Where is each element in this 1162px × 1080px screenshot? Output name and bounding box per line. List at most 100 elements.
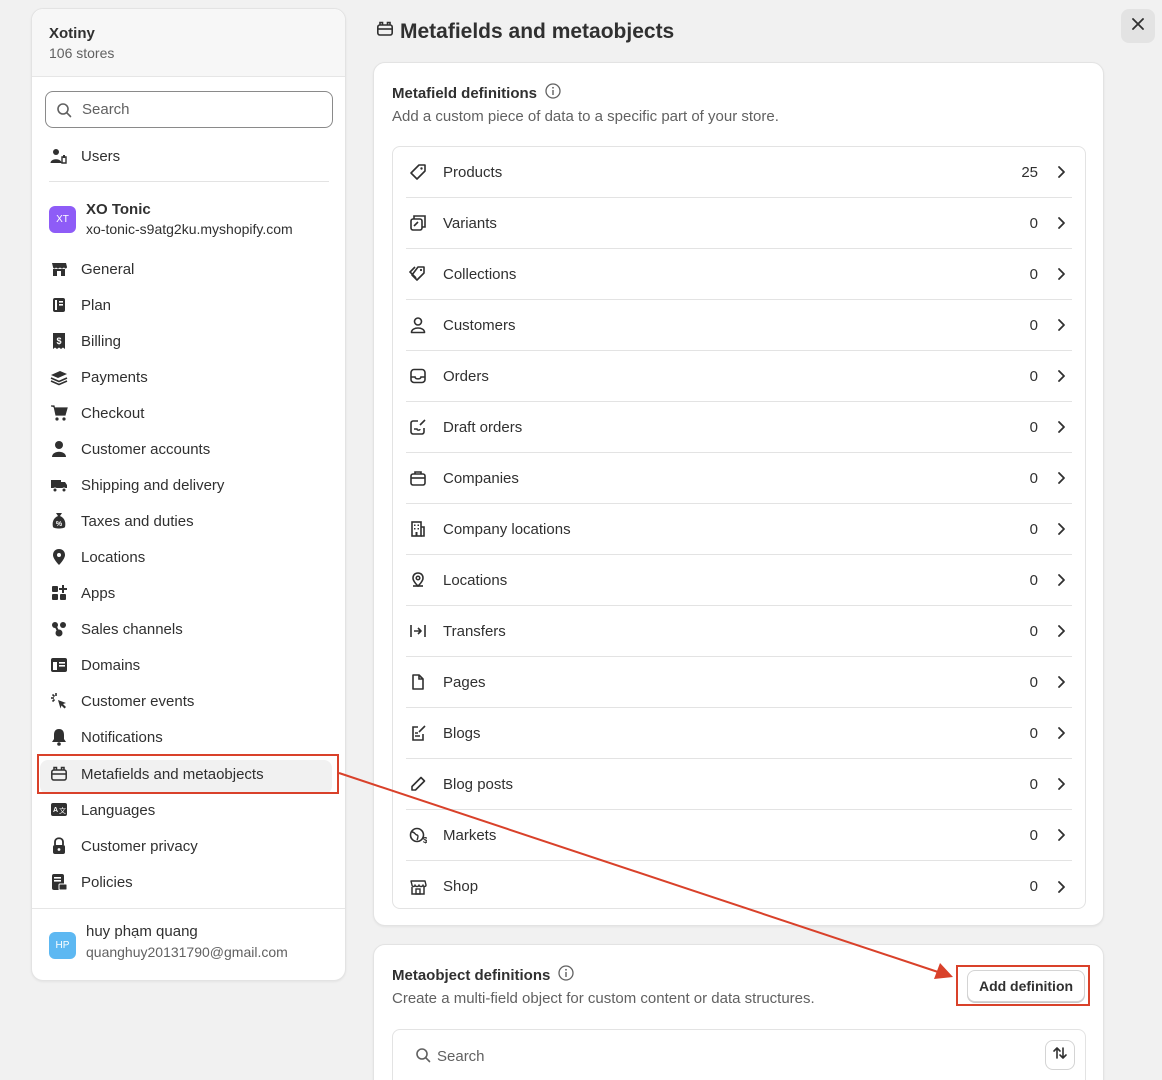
sidebar-item-plan[interactable]: Plan [49,292,111,318]
sidebar-item-label: Customer events [81,692,195,710]
list-item-blog-posts[interactable]: Blog posts 0 [406,759,1072,810]
list-item-blogs[interactable]: Blogs 0 [406,708,1072,759]
list-item-label: Blogs [443,724,481,742]
cart-icon [49,403,69,423]
chevron-right-icon [1052,267,1070,281]
list-item-count: 0 [1029,367,1038,385]
blog-icon [408,723,428,743]
page-title: Metafields and metaobjects [376,20,674,44]
list-item-label: Orders [443,367,489,385]
close-button[interactable] [1121,9,1155,43]
user-account[interactable]: HP huy phạm quang quanghuy20131790@gmail… [49,923,288,960]
person-icon [408,315,428,335]
list-item-count: 0 [1029,622,1038,640]
truck-icon [49,475,69,495]
variants-icon [408,213,428,233]
store-icon [49,259,69,279]
list-item-label: Pages [443,673,486,691]
sidebar-item-customer-privacy[interactable]: Customer privacy [49,833,198,859]
metaobject-search-input[interactable]: Search [405,1040,1025,1072]
policies-icon [49,872,69,892]
list-item-variants[interactable]: Variants 0 [406,198,1072,249]
sort-button[interactable] [1045,1040,1075,1070]
sidebar-item-customer-accounts[interactable]: Customer accounts [49,436,210,462]
list-item-label: Blog posts [443,775,514,793]
sidebar-item-sales-channels[interactable]: Sales channels [49,616,183,642]
channels-icon [49,619,69,639]
card-heading-text: Metaobject definitions [392,966,551,984]
store-switcher[interactable]: XT XO Tonic xo-tonic-s9atg2ku.myshopify.… [49,201,293,237]
list-item-markets[interactable]: $ Markets 0 [406,810,1072,861]
sidebar-item-label: Languages [81,801,156,819]
info-icon[interactable] [545,83,561,103]
sidebar-item-checkout[interactable]: Checkout [49,400,144,426]
list-item-company-locations[interactable]: Company locations 0 [406,504,1072,555]
building-icon [408,519,428,539]
store-avatar: XT [49,206,76,233]
sidebar-item-billing[interactable]: $ Billing [49,328,121,354]
list-item-locations[interactable]: Locations 0 [406,555,1072,606]
sidebar-item-languages[interactable]: A文 Languages [49,797,155,823]
list-item-shop[interactable]: Shop 0 [406,861,1072,912]
list-item-orders[interactable]: Orders 0 [406,351,1072,402]
list-item-draft-orders[interactable]: Draft orders 0 [406,402,1072,453]
lock-icon [49,836,69,856]
sidebar-item-notifications[interactable]: Notifications [49,724,163,750]
tax-icon: % [49,511,69,531]
chevron-right-icon [1052,369,1070,383]
chevron-right-icon [1052,624,1070,638]
chevron-right-icon [1052,573,1070,587]
info-icon[interactable] [558,965,574,985]
sidebar-divider [49,181,329,182]
chevron-right-icon [1052,777,1070,791]
page-title-text: Metafields and metaobjects [400,20,675,43]
sidebar-item-label: Notifications [81,728,163,746]
list-item-count: 0 [1029,418,1038,436]
metafields-icon [376,20,394,44]
pencil-icon [408,774,428,794]
plan-icon [49,295,69,315]
sidebar-item-general[interactable]: General [49,256,134,282]
list-item-customers[interactable]: Customers 0 [406,300,1072,351]
close-icon [1131,17,1145,36]
sidebar-item-label: Plan [81,296,112,314]
list-item-label: Variants [443,214,497,232]
sidebar-item-apps[interactable]: Apps [49,580,115,606]
list-item-pages[interactable]: Pages 0 [406,657,1072,708]
organization-header[interactable]: Xotiny 106 stores [32,9,345,77]
sidebar-item-label: Customer accounts [81,440,211,458]
svg-text:文: 文 [59,806,66,815]
sidebar-item-users[interactable]: Users [49,143,120,169]
list-item-count: 0 [1029,520,1038,538]
languages-icon: A文 [49,800,69,820]
list-item-label: Draft orders [443,418,523,436]
transfer-icon [408,621,428,641]
list-item-label: Transfers [443,622,506,640]
list-item-products[interactable]: Products 25 [406,147,1072,198]
sidebar-item-label: Customer privacy [81,837,198,855]
metaobject-search-bar: Search [392,1029,1086,1080]
list-item-count: 0 [1029,316,1038,334]
sidebar-item-domains[interactable]: Domains [49,652,140,678]
search-icon [415,1047,431,1067]
briefcase-icon [408,468,428,488]
apps-icon [49,583,69,603]
highlight-box-metafields [37,754,339,794]
shop-icon [408,877,428,897]
list-item-collections[interactable]: Collections 0 [406,249,1072,300]
list-item-companies[interactable]: Companies 0 [406,453,1072,504]
sidebar-item-label: Checkout [81,404,145,422]
sidebar-search-input[interactable]: Search [45,91,333,128]
sidebar-item-customer-events[interactable]: Customer events [49,688,194,714]
sidebar-item-taxes[interactable]: % Taxes and duties [49,508,194,534]
sidebar-item-shipping[interactable]: Shipping and delivery [49,472,224,498]
sidebar-item-locations[interactable]: Locations [49,544,145,570]
sidebar-item-payments[interactable]: Payments [49,364,148,390]
sidebar-divider [32,908,345,909]
events-icon [49,691,69,711]
sidebar-item-label: Payments [81,368,148,386]
inbox-icon [408,366,428,386]
location-icon [49,547,69,567]
list-item-transfers[interactable]: Transfers 0 [406,606,1072,657]
sidebar-item-policies[interactable]: Policies [49,869,133,895]
